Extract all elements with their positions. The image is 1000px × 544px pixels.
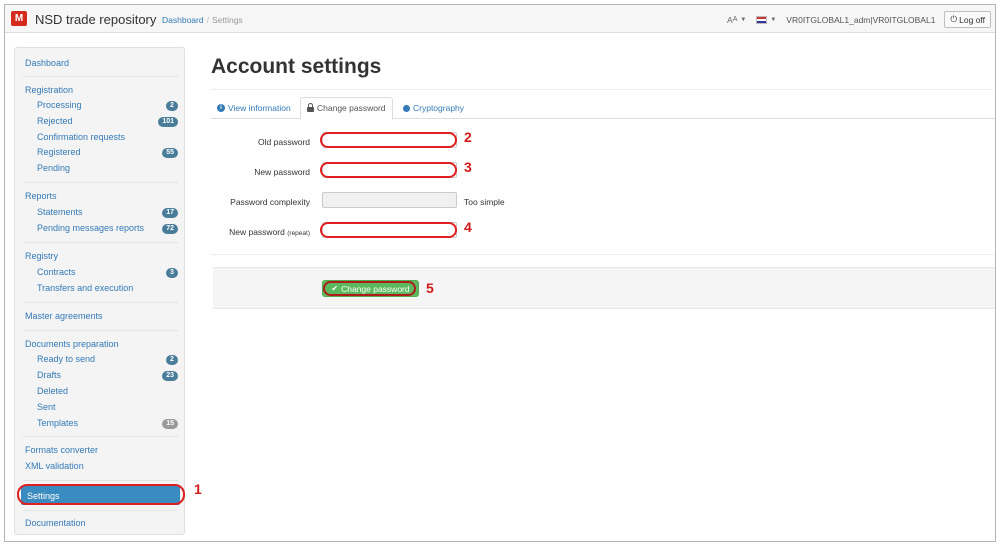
tab-label: Cryptography bbox=[413, 102, 465, 113]
tab-label: View information bbox=[228, 102, 291, 113]
annotation-number: 4 bbox=[464, 219, 472, 235]
navbar-right: A A ▼ ▼ VR0ITGLOBAL1_adm|VR0ITGLOBAL1 ⏻ Log… bbox=[727, 11, 991, 28]
sidebar-heading-reports[interactable]: Reports bbox=[25, 191, 57, 201]
sidebar-item-rejected[interactable]: Rejected bbox=[37, 116, 73, 126]
tab-change-password[interactable]: Change password bbox=[300, 97, 393, 120]
sidebar-item-registered[interactable]: Registered bbox=[37, 147, 81, 157]
annotation-number: 2 bbox=[464, 129, 472, 145]
sidebar-item-confirmation-requests[interactable]: Confirmation requests bbox=[37, 132, 125, 142]
sidebar-item-templates[interactable]: Templates bbox=[37, 418, 78, 428]
nsd-logo-icon[interactable]: M bbox=[11, 11, 27, 26]
count-badge: 23 bbox=[162, 371, 178, 381]
sidebar-item-pending-messages-reports[interactable]: Pending messages reports bbox=[37, 223, 144, 233]
sidebar-item-transfers-and-execution[interactable]: Transfers and execution bbox=[37, 283, 133, 293]
language-dropdown[interactable]: ▼ bbox=[756, 15, 777, 24]
repeat-password-label: New password (repeat) bbox=[210, 227, 310, 237]
sidebar-item-dashboard[interactable]: Dashboard bbox=[25, 58, 69, 68]
annotation-number: 3 bbox=[464, 159, 472, 175]
count-badge: 15 bbox=[162, 419, 178, 429]
sidebar-divider bbox=[23, 302, 178, 303]
user-account-label[interactable]: VR0ITGLOBAL1_adm|VR0ITGLOBAL1 bbox=[786, 15, 935, 25]
lock-icon bbox=[307, 103, 314, 112]
complexity-status-text: Too simple bbox=[464, 197, 505, 207]
sidebar-item-pending[interactable]: Pending bbox=[37, 163, 70, 173]
font-size-dropdown[interactable]: A A ▼ bbox=[727, 15, 746, 25]
annotation-ring bbox=[320, 222, 457, 238]
count-badge: 3 bbox=[166, 268, 178, 278]
sidebar-item-contracts[interactable]: Contracts bbox=[37, 267, 76, 277]
font-size-icon-small: A bbox=[732, 16, 738, 23]
sidebar-item-drafts[interactable]: Drafts bbox=[37, 370, 61, 380]
count-badge: 72 bbox=[162, 224, 178, 234]
breadcrumb-current: Settings bbox=[211, 15, 243, 25]
password-complexity-label: Password complexity bbox=[230, 197, 310, 207]
sidebar-heading-registry[interactable]: Registry bbox=[25, 251, 58, 261]
top-navbar: M NSD trade repository Dashboard / Setting… bbox=[5, 5, 995, 33]
tab-view-information[interactable]: i View information bbox=[211, 97, 297, 119]
sidebar-item-sent[interactable]: Sent bbox=[37, 402, 56, 412]
brand-title[interactable]: NSD trade repository bbox=[35, 12, 156, 27]
breadcrumb-dashboard-link[interactable]: Dashboard bbox=[162, 15, 204, 25]
count-badge: 2 bbox=[166, 101, 178, 111]
sidebar-item-ready-to-send[interactable]: Ready to send bbox=[37, 354, 95, 364]
app-window: M NSD trade repository Dashboard / Setting… bbox=[4, 4, 996, 542]
password-complexity-meter bbox=[322, 192, 457, 208]
count-badge: 101 bbox=[158, 117, 178, 127]
sidebar: Dashboard Registration Processing 2 Reje… bbox=[14, 47, 185, 535]
breadcrumb: Dashboard / Settings bbox=[162, 15, 243, 25]
chevron-down-icon: ▼ bbox=[770, 16, 777, 23]
sidebar-divider bbox=[23, 480, 178, 481]
sidebar-heading-documents-preparation[interactable]: Documents preparation bbox=[25, 339, 119, 349]
annotation-ring bbox=[323, 281, 416, 296]
divider bbox=[211, 254, 995, 255]
annotation-ring bbox=[320, 132, 457, 148]
divider bbox=[211, 89, 993, 90]
sidebar-item-deleted[interactable]: Deleted bbox=[37, 386, 68, 396]
page-title: Account settings bbox=[211, 55, 382, 78]
annotation-ring bbox=[320, 162, 457, 178]
sidebar-item-xml-validation[interactable]: XML validation bbox=[25, 461, 84, 471]
sidebar-divider bbox=[23, 182, 178, 183]
annotation-ring bbox=[17, 484, 185, 505]
repeat-password-label-suffix: (repeat) bbox=[287, 230, 310, 237]
sidebar-item-processing[interactable]: Processing bbox=[37, 100, 82, 110]
count-badge: 2 bbox=[166, 355, 178, 365]
flag-icon bbox=[756, 15, 768, 24]
sidebar-item-formats-converter[interactable]: Formats converter bbox=[25, 445, 98, 455]
sidebar-divider bbox=[23, 76, 178, 77]
info-icon: i bbox=[217, 104, 225, 112]
annotation-number: 1 bbox=[194, 481, 202, 497]
repeat-password-label-main: New password bbox=[229, 227, 285, 237]
sidebar-item-documentation[interactable]: Documentation bbox=[25, 518, 86, 528]
sidebar-heading-registration[interactable]: Registration bbox=[25, 85, 73, 95]
tab-cryptography[interactable]: Cryptography bbox=[397, 97, 470, 119]
sidebar-item-statements[interactable]: Statements bbox=[37, 207, 83, 217]
tab-bar: i View information Change password Crypto… bbox=[211, 97, 995, 120]
annotation-number: 5 bbox=[426, 280, 434, 296]
logoff-button[interactable]: ⏻ Log off bbox=[944, 11, 991, 28]
sidebar-divider bbox=[23, 436, 178, 437]
sidebar-item-master-agreements[interactable]: Master agreements bbox=[25, 311, 103, 321]
power-icon: ⏻ bbox=[950, 14, 958, 24]
old-password-label: Old password bbox=[258, 137, 310, 147]
sidebar-divider bbox=[23, 330, 178, 331]
sidebar-divider bbox=[23, 510, 178, 511]
new-password-label: New password bbox=[254, 167, 310, 177]
count-badge: 55 bbox=[162, 148, 178, 158]
sidebar-divider bbox=[23, 242, 178, 243]
breadcrumb-separator: / bbox=[206, 15, 209, 25]
logoff-label: Log off bbox=[959, 14, 985, 25]
count-badge: 17 bbox=[162, 208, 178, 218]
circle-icon bbox=[403, 104, 410, 112]
chevron-down-icon: ▼ bbox=[740, 16, 747, 23]
tab-label: Change password bbox=[317, 103, 386, 113]
